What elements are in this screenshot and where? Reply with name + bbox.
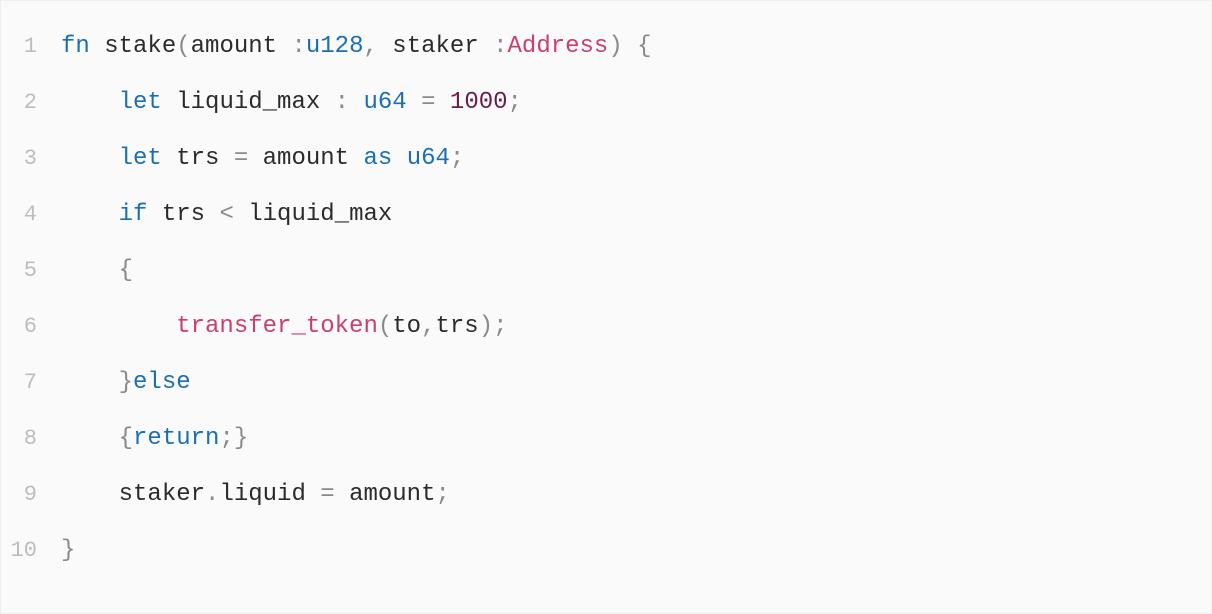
code-content: if trs < liquid_max — [61, 187, 1211, 243]
token: ; — [493, 313, 507, 340]
code-content: fn stake(amount :u128, staker :Address) … — [61, 19, 1211, 75]
token: = — [234, 145, 248, 172]
token: , — [363, 33, 377, 60]
indent — [61, 481, 119, 508]
line-number: 7 — [1, 355, 61, 411]
token: u64 — [407, 145, 450, 172]
token: liquid_max — [176, 89, 334, 116]
token: if — [119, 201, 148, 228]
token: ( — [176, 33, 190, 60]
token: , — [421, 313, 435, 340]
token: as — [363, 145, 392, 172]
token: amount — [248, 145, 363, 172]
token: u64 — [363, 89, 406, 116]
token: ; — [219, 425, 233, 452]
token: : — [335, 89, 349, 116]
code-content: transfer_token(to,trs); — [61, 299, 1211, 355]
token: return — [133, 425, 219, 452]
token: u128 — [306, 33, 364, 60]
code-line: 1fn stake(amount :u128, staker :Address)… — [1, 19, 1211, 75]
code-content: {return;} — [61, 411, 1211, 467]
token: } — [234, 425, 248, 452]
token: trs — [176, 145, 234, 172]
token: ; — [450, 145, 464, 172]
token: liquid — [219, 481, 320, 508]
line-number: 2 — [1, 75, 61, 131]
token: liquid_max — [234, 201, 392, 228]
token: : — [493, 33, 507, 60]
token: let — [119, 145, 162, 172]
indent — [61, 201, 119, 228]
token: { — [637, 33, 651, 60]
token: Address — [508, 33, 609, 60]
token — [407, 89, 421, 116]
token: trs — [162, 201, 220, 228]
token: ) — [608, 33, 622, 60]
token — [90, 33, 104, 60]
code-line: 9 staker.liquid = amount; — [1, 467, 1211, 523]
token: : — [291, 33, 305, 60]
code-content: } — [61, 523, 1211, 579]
code-line: 4 if trs < liquid_max — [1, 187, 1211, 243]
indent — [61, 257, 119, 284]
token: { — [119, 257, 133, 284]
indent — [61, 313, 176, 340]
code-block: 1fn stake(amount :u128, staker :Address)… — [0, 0, 1212, 614]
token: amount — [191, 33, 292, 60]
token: let — [119, 89, 162, 116]
token: trs — [435, 313, 478, 340]
token: ( — [378, 313, 392, 340]
token: } — [119, 369, 133, 396]
token — [392, 145, 406, 172]
token: ; — [436, 481, 450, 508]
token — [349, 89, 363, 116]
code-line: 5 { — [1, 243, 1211, 299]
token: { — [119, 425, 133, 452]
line-number: 6 — [1, 299, 61, 355]
code-content: { — [61, 243, 1211, 299]
token: 1000 — [450, 89, 508, 116]
indent — [61, 145, 119, 172]
code-line: 3 let trs = amount as u64; — [1, 131, 1211, 187]
indent — [61, 369, 119, 396]
code-line: 7 }else — [1, 355, 1211, 411]
code-content: let trs = amount as u64; — [61, 131, 1211, 187]
token — [623, 33, 637, 60]
token — [162, 89, 176, 116]
line-number: 9 — [1, 467, 61, 523]
code-content: }else — [61, 355, 1211, 411]
token: < — [219, 201, 233, 228]
token: transfer_token — [176, 313, 378, 340]
token: to — [392, 313, 421, 340]
token: ; — [508, 89, 522, 116]
token: fn — [61, 33, 90, 60]
code-line: 10} — [1, 523, 1211, 579]
token: else — [133, 369, 191, 396]
code-content: let liquid_max : u64 = 1000; — [61, 75, 1211, 131]
line-number: 4 — [1, 187, 61, 243]
token: stake — [104, 33, 176, 60]
token — [162, 145, 176, 172]
line-number: 1 — [1, 19, 61, 75]
token: = — [421, 89, 435, 116]
line-number: 10 — [1, 523, 61, 579]
indent — [61, 425, 119, 452]
line-number: 8 — [1, 411, 61, 467]
token — [436, 89, 450, 116]
token: . — [205, 481, 219, 508]
code-line: 8 {return;} — [1, 411, 1211, 467]
token — [147, 201, 161, 228]
token: amount — [335, 481, 436, 508]
code-line: 6 transfer_token(to,trs); — [1, 299, 1211, 355]
code-content: staker.liquid = amount; — [61, 467, 1211, 523]
token: = — [320, 481, 334, 508]
token: staker — [378, 33, 493, 60]
indent — [61, 89, 119, 116]
token: staker — [119, 481, 205, 508]
line-number: 5 — [1, 243, 61, 299]
token: ) — [479, 313, 493, 340]
token: } — [61, 537, 75, 564]
line-number: 3 — [1, 131, 61, 187]
code-line: 2 let liquid_max : u64 = 1000; — [1, 75, 1211, 131]
